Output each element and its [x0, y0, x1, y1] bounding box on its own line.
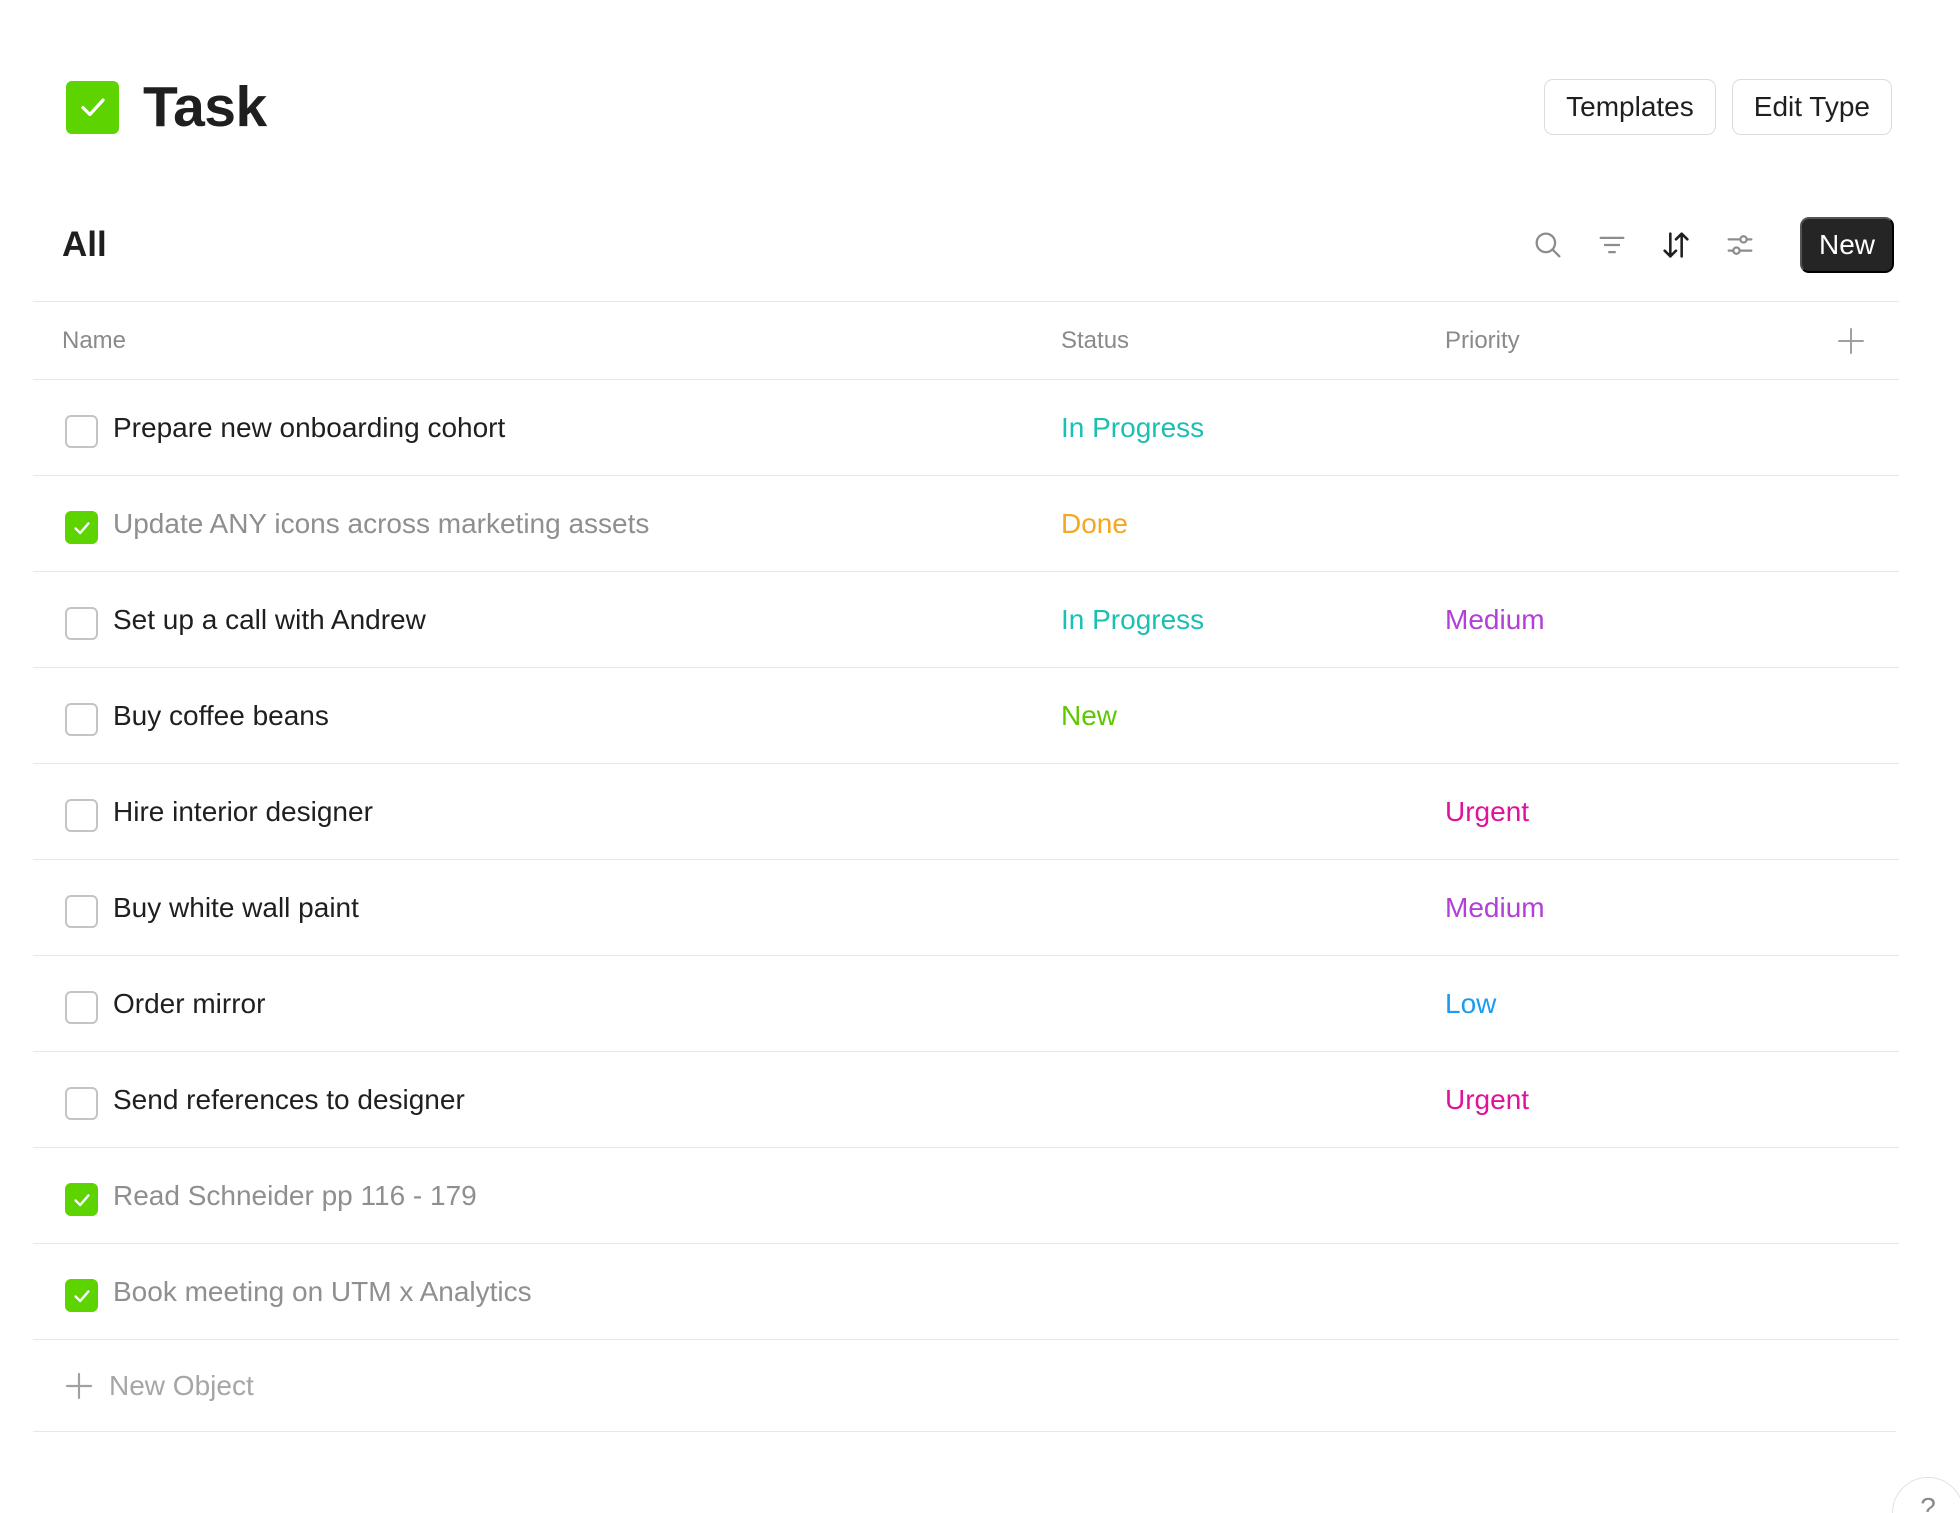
task-checkbox[interactable]	[65, 991, 98, 1024]
help-label: ?	[1920, 1492, 1936, 1513]
task-name[interactable]: Hire interior designer	[113, 764, 373, 859]
status-cell[interactable]: Done	[1061, 476, 1128, 571]
priority-cell[interactable]: Medium	[1445, 860, 1545, 955]
check-icon	[73, 1289, 90, 1302]
priority-cell[interactable]: Medium	[1445, 572, 1545, 667]
check-square-icon	[66, 80, 119, 134]
task-name[interactable]: Set up a call with Andrew	[113, 572, 426, 667]
task-checkbox[interactable]	[65, 895, 98, 928]
settings-sliders-icon[interactable]	[1718, 223, 1762, 267]
page-header: Task Templates Edit Type	[66, 75, 1894, 139]
table-row[interactable]: Set up a call with Andrew In Progress Medi…	[33, 572, 1899, 668]
priority-cell[interactable]: Urgent	[1445, 764, 1529, 859]
task-name[interactable]: Book meeting on UTM x Analytics	[113, 1244, 532, 1339]
new-object-row[interactable]: New Object	[33, 1340, 1896, 1432]
task-checkbox[interactable]	[65, 511, 98, 544]
column-header-name[interactable]: Name	[62, 302, 126, 379]
task-table: Name Status Priority Prepare new onboard…	[33, 301, 1899, 1432]
table-row[interactable]: Send references to designer Urgent	[33, 1052, 1899, 1148]
task-checkbox[interactable]	[65, 607, 98, 640]
view-title[interactable]: All	[62, 225, 107, 265]
table-row[interactable]: Buy coffee beans New	[33, 668, 1899, 764]
search-icon[interactable]	[1526, 223, 1570, 267]
check-icon	[73, 521, 90, 534]
task-checkbox[interactable]	[65, 415, 98, 448]
templates-button[interactable]: Templates	[1544, 79, 1716, 135]
task-checkbox[interactable]	[65, 1279, 98, 1312]
sort-icon[interactable]	[1654, 223, 1698, 267]
table-row[interactable]: Order mirror Low	[33, 956, 1899, 1052]
table-row[interactable]: Hire interior designer Urgent	[33, 764, 1899, 860]
table-header: Name Status Priority	[33, 301, 1899, 380]
filter-icon[interactable]	[1590, 223, 1634, 267]
table-row[interactable]: Prepare new onboarding cohort In Progress	[33, 380, 1899, 476]
check-icon	[73, 1193, 90, 1206]
task-name[interactable]: Order mirror	[113, 956, 265, 1051]
status-cell[interactable]: In Progress	[1061, 380, 1204, 475]
task-name[interactable]: Buy coffee beans	[113, 668, 329, 763]
plus-icon	[65, 1372, 93, 1400]
new-object-label: New Object	[109, 1370, 254, 1401]
view-toolbar: All New	[62, 216, 1894, 273]
status-cell[interactable]: New	[1061, 668, 1117, 763]
task-checkbox[interactable]	[65, 799, 98, 832]
task-name[interactable]: Read Schneider pp 116 - 179	[113, 1148, 477, 1243]
page-title: Task	[143, 75, 267, 139]
status-cell[interactable]: In Progress	[1061, 572, 1204, 667]
new-button[interactable]: New	[1799, 216, 1894, 273]
task-name[interactable]: Buy white wall paint	[113, 860, 359, 955]
table-row[interactable]: Book meeting on UTM x Analytics	[33, 1244, 1899, 1340]
task-name[interactable]: Send references to designer	[113, 1052, 465, 1147]
task-checkbox[interactable]	[65, 703, 98, 736]
table-row[interactable]: Buy white wall paint Medium	[33, 860, 1899, 956]
help-button[interactable]: ?	[1892, 1477, 1960, 1513]
table-row[interactable]: Update ANY icons across marketing assets…	[33, 476, 1899, 572]
column-header-status[interactable]: Status	[1061, 302, 1129, 379]
task-checkbox[interactable]	[65, 1183, 98, 1216]
priority-cell[interactable]: Urgent	[1445, 1052, 1529, 1147]
edit-type-button[interactable]: Edit Type	[1731, 79, 1892, 135]
task-name[interactable]: Update ANY icons across marketing assets	[113, 476, 649, 571]
add-column-icon[interactable]	[1834, 302, 1868, 379]
table-row[interactable]: Read Schneider pp 116 - 179	[33, 1148, 1899, 1244]
column-header-priority[interactable]: Priority	[1445, 302, 1520, 379]
priority-cell[interactable]: Low	[1445, 956, 1496, 1051]
task-checkbox[interactable]	[65, 1087, 98, 1120]
task-name[interactable]: Prepare new onboarding cohort	[113, 380, 505, 475]
